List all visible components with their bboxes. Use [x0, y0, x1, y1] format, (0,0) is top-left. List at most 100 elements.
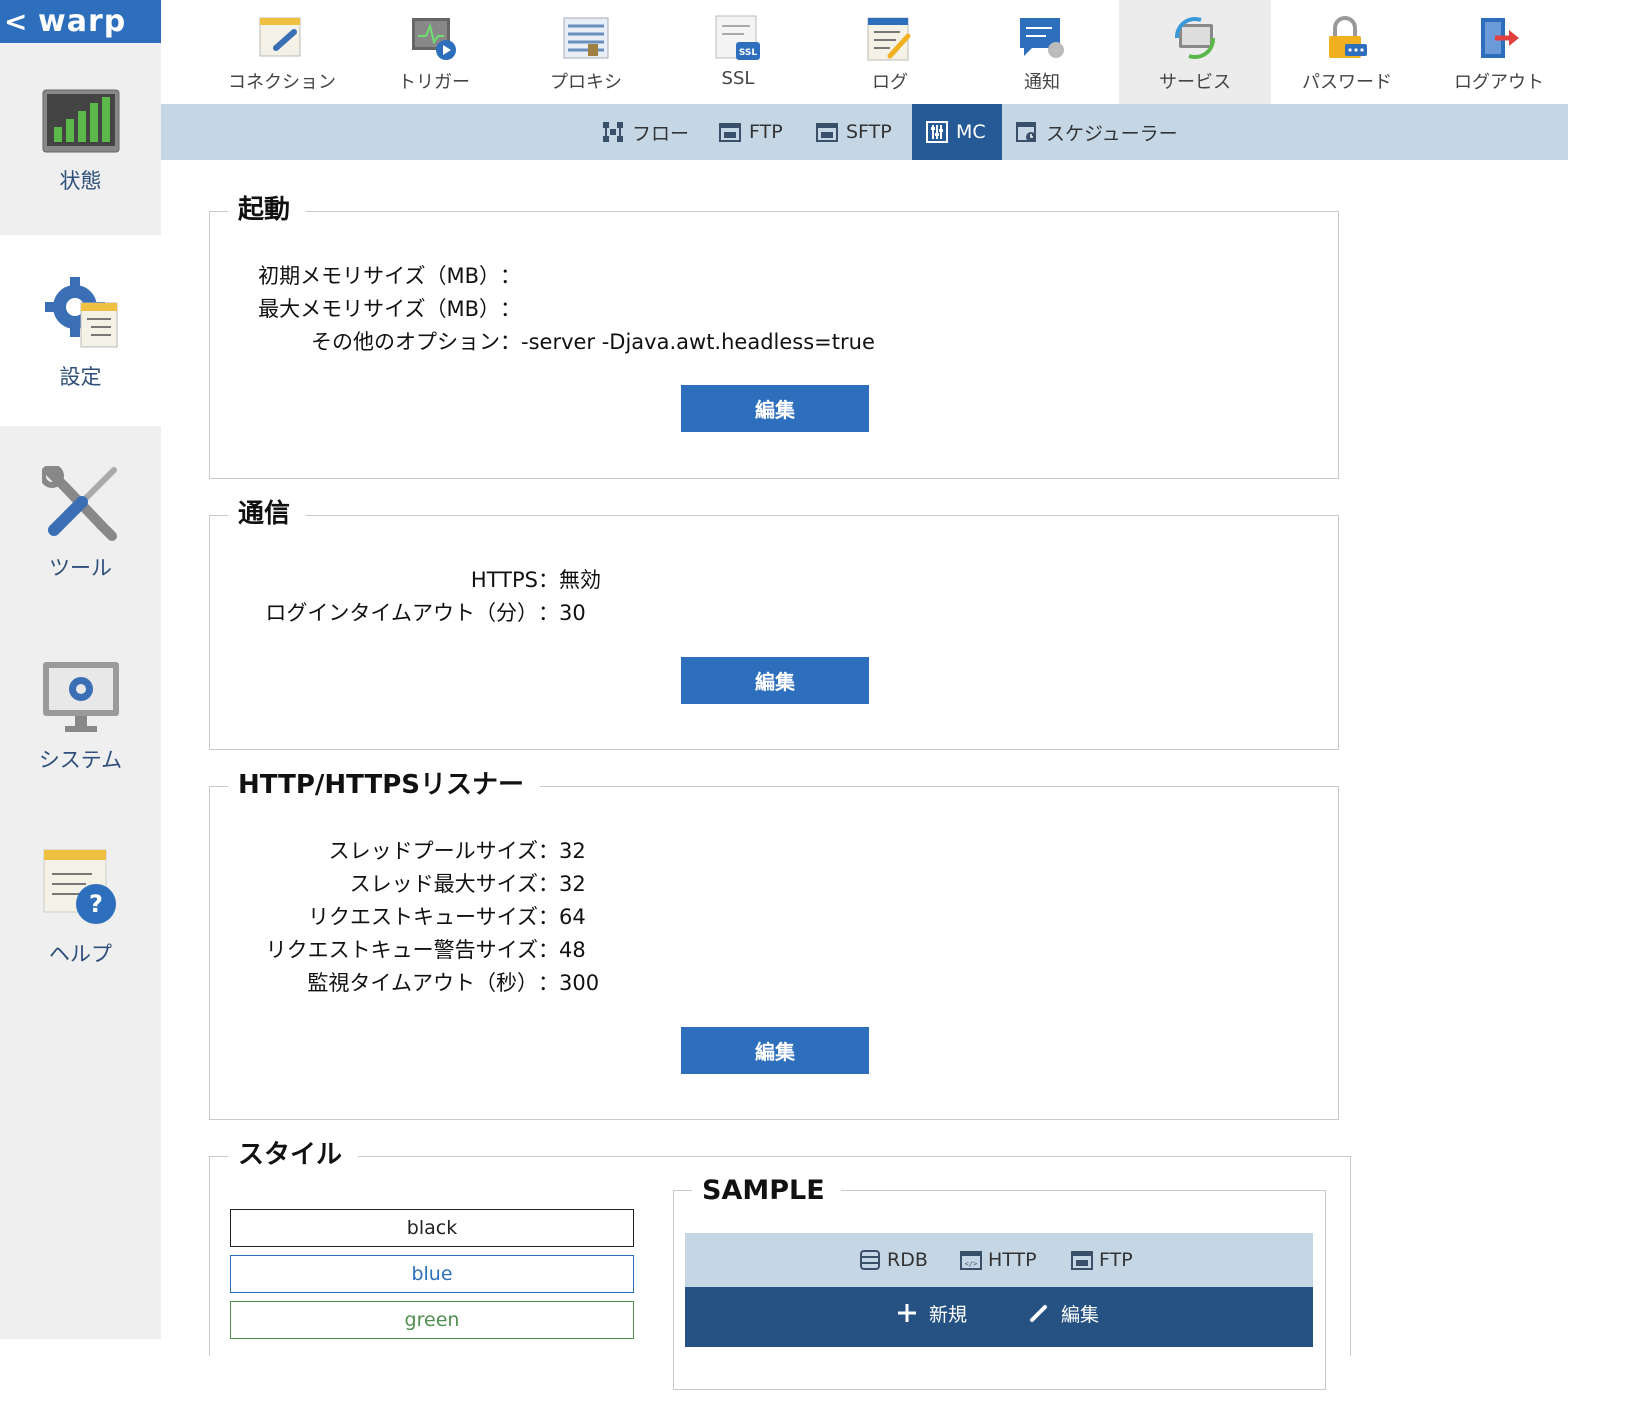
edit-listener-button[interactable]: 編集	[681, 1027, 869, 1074]
section-title: スタイル	[228, 1135, 359, 1175]
pencil-icon	[1030, 1305, 1047, 1322]
scheduler-icon	[1016, 122, 1036, 142]
proxy-icon	[563, 17, 609, 59]
subtab-sftp[interactable]: SFTP	[802, 104, 906, 160]
sample-new-button[interactable]: 新規	[897, 1287, 967, 1339]
tab-connection[interactable]: コネクション	[206, 0, 358, 104]
style-option-black[interactable]: black	[230, 1209, 634, 1247]
setting-row: その他のオプション：-server -Djava.awt.headless=tr…	[246, 326, 875, 356]
sidebar-item-tools[interactable]: ツール	[0, 426, 161, 617]
setting-separator: ：	[538, 872, 559, 896]
wrench-screwdriver-icon	[41, 466, 117, 541]
setting-separator: ：	[538, 568, 559, 592]
sidebar-item-label: 設定	[59, 365, 102, 389]
sub-navigation: フロー FTP SFTP MC スケジューラー	[161, 104, 1568, 160]
sidebar-item-help[interactable]: ? ヘルプ	[0, 808, 161, 999]
setting-row: スレッドプールサイズ：32	[246, 835, 586, 865]
sidebar: < warp 状態 設定 ツール システム ? ヘルプ	[0, 0, 161, 1339]
tab-logout[interactable]: ログアウト	[1423, 0, 1575, 104]
tab-label: コネクション	[228, 72, 336, 93]
setting-value: 30	[559, 601, 586, 625]
tab-ssl[interactable]: SSL SSL	[662, 0, 814, 104]
trigger-icon	[412, 18, 456, 60]
sample-edit-button[interactable]: 編集	[1029, 1287, 1099, 1339]
setting-row: リクエストキューサイズ：64	[246, 901, 586, 931]
sftp-icon	[816, 123, 838, 142]
brand-logo: warp	[38, 4, 127, 39]
sidebar-item-status[interactable]: 状態	[0, 43, 161, 234]
log-icon	[867, 17, 911, 61]
setting-key: ログインタイムアウト（分）	[265, 601, 538, 625]
section-title: 通信	[228, 494, 307, 534]
svg-text:</>: </>	[965, 1260, 978, 1268]
subtab-flow[interactable]: フロー	[588, 104, 703, 160]
subtab-ftp[interactable]: FTP	[705, 104, 797, 160]
edit-communication-button[interactable]: 編集	[681, 657, 869, 704]
style-section: スタイル black blue green SAMPLE RDB </> HTT…	[209, 1135, 1351, 1390]
back-chevron-icon[interactable]: <	[4, 0, 27, 43]
setting-separator: ：	[538, 601, 559, 625]
svg-text:SSL: SSL	[739, 48, 758, 58]
startup-section: 起動 初期メモリサイズ（MB）： 最大メモリサイズ（MB）： その他のオプション…	[209, 190, 1339, 479]
sample-action-bar: 新規 編集	[685, 1287, 1313, 1347]
subtab-label: FTP	[749, 121, 783, 143]
tab-trigger[interactable]: トリガー	[358, 0, 510, 104]
subtab-scheduler[interactable]: スケジューラー	[1002, 104, 1192, 160]
tab-label: ログアウト	[1454, 72, 1544, 93]
setting-row: スレッド最大サイズ：32	[246, 868, 586, 898]
subtab-label: スケジューラー	[1046, 122, 1178, 145]
svg-text:?: ?	[89, 890, 103, 918]
setting-key: 最大メモリサイズ（MB）	[258, 297, 500, 321]
style-option-green[interactable]: green	[230, 1301, 634, 1339]
setting-value: 無効	[559, 568, 601, 592]
sample-action-label: 編集	[1061, 1303, 1100, 1326]
tab-service[interactable]: サービス	[1119, 0, 1271, 104]
logout-icon	[1481, 18, 1519, 58]
tab-label: サービス	[1159, 72, 1231, 93]
style-option-blue[interactable]: blue	[230, 1255, 634, 1293]
edit-startup-button[interactable]: 編集	[681, 385, 869, 432]
sidebar-item-label: ツール	[49, 556, 112, 580]
sidebar-item-settings[interactable]: 設定	[0, 235, 161, 426]
gear-settings-icon	[44, 277, 117, 348]
sample-tab-bar: RDB </> HTTP FTP	[685, 1233, 1313, 1287]
sample-title: SAMPLE	[692, 1171, 841, 1211]
sample-tab-rdb[interactable]: RDB	[859, 1233, 928, 1287]
setting-row: ログインタイムアウト（分）：30	[246, 597, 586, 627]
tab-notification[interactable]: 通知	[966, 0, 1118, 104]
tab-label: 通知	[1024, 72, 1060, 93]
tab-proxy[interactable]: プロキシ	[510, 0, 662, 104]
sample-tab-http[interactable]: </> HTTP	[960, 1233, 1037, 1287]
notification-icon	[1020, 18, 1064, 58]
sidebar-item-label: ヘルプ	[49, 942, 112, 966]
setting-separator: ：	[538, 905, 559, 929]
sidebar-item-label: 状態	[59, 169, 102, 193]
tab-label: トリガー	[398, 72, 470, 93]
tab-password[interactable]: パスワード	[1271, 0, 1423, 104]
subtab-label: MC	[956, 121, 986, 143]
tab-log[interactable]: ログ	[814, 0, 966, 104]
ftp-icon	[719, 123, 741, 142]
sample-tab-label: FTP	[1099, 1249, 1133, 1271]
setting-key: リクエストキュー警告サイズ	[265, 938, 538, 962]
plus-icon	[898, 1304, 916, 1322]
tab-label: SSL	[721, 68, 755, 89]
section-title: 起動	[228, 190, 307, 230]
service-icon	[1174, 16, 1216, 60]
communication-section: 通信 HTTPS：無効 ログインタイムアウト（分）：30 編集	[209, 494, 1339, 750]
connection-icon	[259, 17, 301, 57]
monitor-gear-icon	[42, 662, 119, 732]
sample-tab-ftp[interactable]: FTP	[1071, 1233, 1133, 1287]
setting-key: 初期メモリサイズ（MB）	[258, 264, 500, 288]
sidebar-item-system[interactable]: システム	[0, 617, 161, 808]
tab-label: パスワード	[1302, 72, 1392, 93]
mc-sliders-icon	[926, 121, 948, 143]
ssl-icon: SSL	[715, 15, 760, 60]
tab-label: プロキシ	[550, 72, 622, 93]
brand-header[interactable]: < warp	[0, 0, 161, 43]
tab-label: ログ	[872, 72, 908, 93]
setting-separator: ：	[500, 264, 521, 288]
setting-separator: ：	[538, 839, 559, 863]
setting-value: 32	[559, 839, 586, 863]
subtab-mc[interactable]: MC	[912, 104, 1002, 160]
